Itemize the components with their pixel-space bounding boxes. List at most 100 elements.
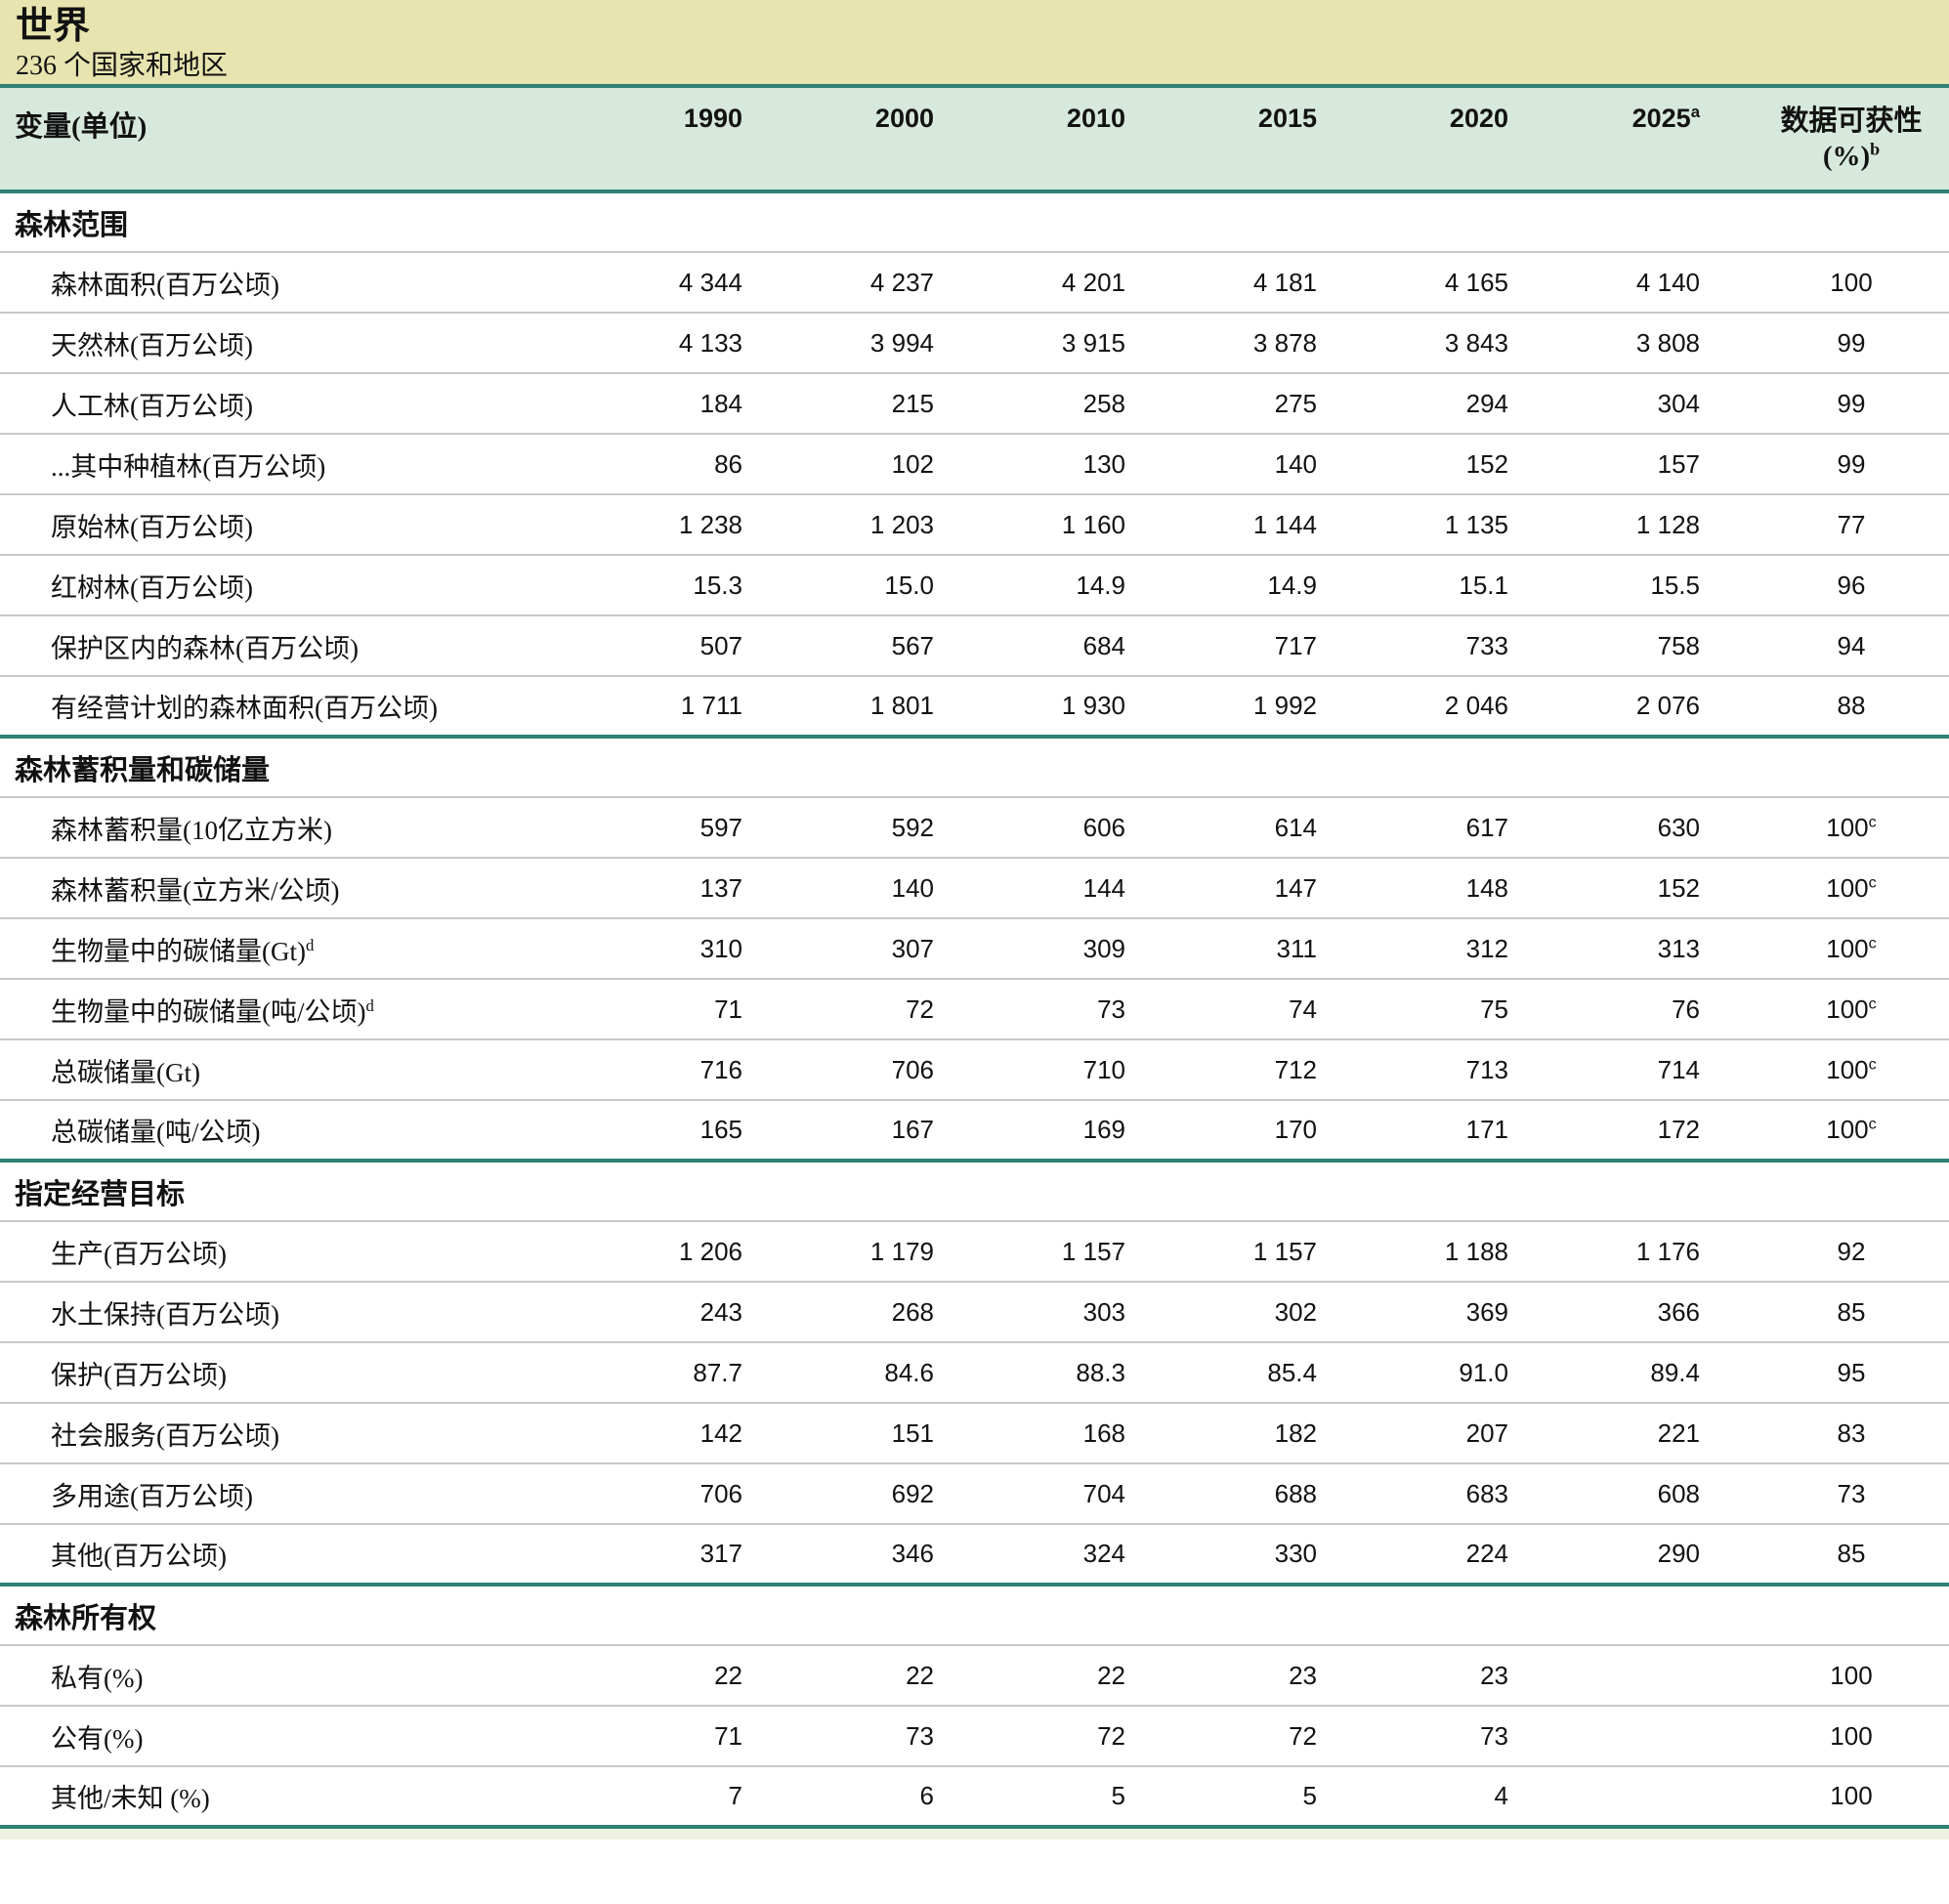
value-cell: 717 — [1126, 615, 1318, 676]
column-header-2025: 2025a — [1509, 86, 1701, 191]
row-label: 总碳储量(吨/公顷) — [0, 1100, 552, 1161]
availability-cell: 100c — [1701, 979, 1949, 1039]
value-cell: 1 157 — [935, 1221, 1126, 1282]
value-cell: 4 165 — [1318, 252, 1509, 313]
availability-value: 100 — [1826, 813, 1868, 842]
table-row: 原始林(百万公顷)1 2381 2031 1601 1441 1351 1287… — [0, 494, 1949, 555]
value-cell: 2 046 — [1318, 676, 1509, 737]
value-cell: 1 711 — [552, 676, 743, 737]
footnote-marker-c: c — [1869, 934, 1877, 952]
value-cell: 706 — [552, 1463, 743, 1524]
row-label-text: 森林面积(百万公顷) — [51, 271, 279, 300]
row-label: ...其中种植林(百万公顷) — [0, 434, 552, 494]
value-cell: 1 179 — [743, 1221, 935, 1282]
value-cell: 102 — [743, 434, 935, 494]
availability-cell: 88 — [1701, 676, 1949, 737]
row-label-text: 私有(%) — [51, 1664, 143, 1693]
value-cell: 324 — [935, 1524, 1126, 1585]
value-cell: 1 930 — [935, 676, 1126, 737]
page-subtitle: 236 个国家和地区 — [16, 45, 1949, 80]
availability-cell: 100 — [1701, 1706, 1949, 1766]
availability-value: 100 — [1826, 934, 1868, 963]
row-label: 社会服务(百万公顷) — [0, 1403, 552, 1463]
value-cell: 369 — [1318, 1282, 1509, 1342]
value-cell: 172 — [1509, 1100, 1701, 1161]
bottom-strip — [0, 1829, 1949, 1840]
value-cell: 630 — [1509, 797, 1701, 858]
availability-value: 100 — [1826, 994, 1868, 1024]
value-cell: 1 144 — [1126, 494, 1318, 555]
table-row: 生产(百万公顷)1 2061 1791 1571 1571 1881 17692 — [0, 1221, 1949, 1282]
value-cell: 71 — [552, 1706, 743, 1766]
availability-value: 88 — [1838, 691, 1866, 720]
availability-value: 100 — [1830, 268, 1872, 297]
value-cell: 614 — [1126, 797, 1318, 858]
value-cell: 4 133 — [552, 313, 743, 373]
value-cell: 152 — [1318, 434, 1509, 494]
table-row: 公有(%)7173727273100 — [0, 1706, 1949, 1766]
value-cell: 6 — [743, 1766, 935, 1827]
row-label: 多用途(百万公顷) — [0, 1463, 552, 1524]
column-header-2020: 2020 — [1318, 86, 1509, 191]
table-row: 森林蓄积量(10亿立方米)597592606614617630100c — [0, 797, 1949, 858]
value-cell: 3 994 — [743, 313, 935, 373]
value-cell: 243 — [552, 1282, 743, 1342]
row-label-text: 其他/未知 (%) — [51, 1784, 210, 1813]
value-cell: 304 — [1509, 373, 1701, 434]
availability-cell: 100c — [1701, 1039, 1949, 1100]
availability-value: 100 — [1830, 1661, 1872, 1690]
column-header-2000: 2000 — [743, 86, 935, 191]
value-cell: 74 — [1126, 979, 1318, 1039]
availability-value: 85 — [1838, 1297, 1866, 1327]
table-row: 私有(%)2222222323100 — [0, 1645, 1949, 1706]
value-cell: 86 — [552, 434, 743, 494]
value-cell: 4 181 — [1126, 252, 1318, 313]
column-header-2015: 2015 — [1126, 86, 1318, 191]
value-cell: 1 801 — [743, 676, 935, 737]
row-label-text: 红树林(百万公顷) — [51, 573, 253, 603]
table-row: 其他/未知 (%)76554100 — [0, 1766, 1949, 1827]
value-cell: 716 — [552, 1039, 743, 1100]
value-cell: 1 176 — [1509, 1221, 1701, 1282]
availability-cell: 100 — [1701, 1645, 1949, 1706]
footnote-marker-a: a — [1691, 103, 1700, 121]
availability-value: 94 — [1838, 631, 1866, 660]
availability-value: 99 — [1838, 328, 1866, 358]
availability-value: 99 — [1838, 389, 1866, 418]
value-cell: 72 — [1126, 1706, 1318, 1766]
availability-value: 85 — [1838, 1539, 1866, 1568]
value-cell: 275 — [1126, 373, 1318, 434]
availability-value: 95 — [1838, 1358, 1866, 1387]
value-cell: 167 — [743, 1100, 935, 1161]
value-cell: 137 — [552, 858, 743, 918]
availability-value: 83 — [1838, 1418, 1866, 1448]
row-label: 天然林(百万公顷) — [0, 313, 552, 373]
value-cell: 22 — [935, 1645, 1126, 1706]
value-cell: 130 — [935, 434, 1126, 494]
footnote-marker-c: c — [1869, 873, 1877, 891]
footnote-marker-d: d — [365, 996, 373, 1015]
value-cell: 312 — [1318, 918, 1509, 979]
value-cell: 73 — [1318, 1706, 1509, 1766]
value-cell: 710 — [935, 1039, 1126, 1100]
page-title: 世界 — [16, 0, 1949, 45]
row-label: 其他(百万公顷) — [0, 1524, 552, 1585]
column-header-1990: 1990 — [552, 86, 743, 191]
value-cell: 1 157 — [1126, 1221, 1318, 1282]
value-cell: 4 344 — [552, 252, 743, 313]
row-label-text: ...其中种植林(百万公顷) — [51, 452, 325, 482]
value-cell: 317 — [552, 1524, 743, 1585]
table-row: 天然林(百万公顷)4 1333 9943 9153 8783 8433 8089… — [0, 313, 1949, 373]
row-label: 公有(%) — [0, 1706, 552, 1766]
availability-value: 100 — [1826, 1115, 1868, 1144]
availability-cell: 100 — [1701, 1766, 1949, 1827]
value-cell: 2 076 — [1509, 676, 1701, 737]
value-cell: 608 — [1509, 1463, 1701, 1524]
value-cell: 1 160 — [935, 494, 1126, 555]
availability-value: 100 — [1826, 873, 1868, 903]
row-label-text: 森林蓄积量(立方米/公顷) — [51, 876, 339, 906]
table-row: 总碳储量(Gt)716706710712713714100c — [0, 1039, 1949, 1100]
value-cell: 89.4 — [1509, 1342, 1701, 1403]
value-cell: 73 — [935, 979, 1126, 1039]
value-cell: 224 — [1318, 1524, 1509, 1585]
